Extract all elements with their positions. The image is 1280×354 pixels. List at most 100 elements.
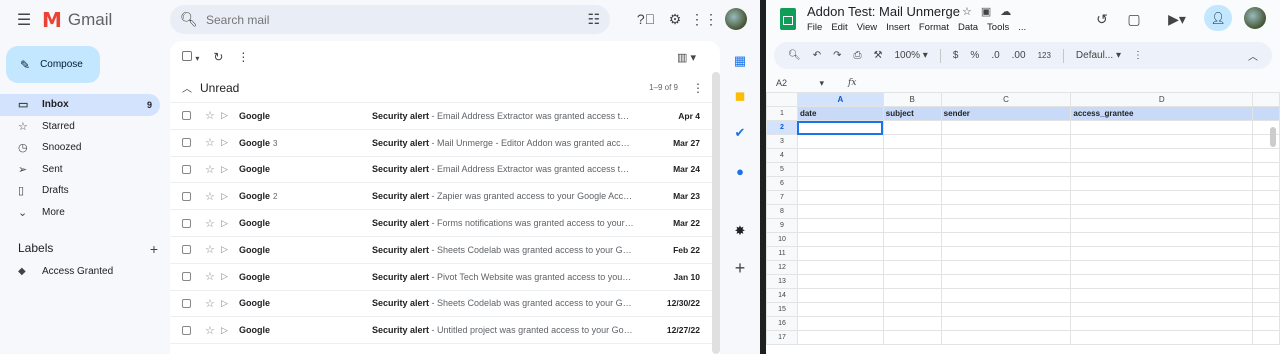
select-all-checkbox[interactable]: ▾ (182, 50, 199, 64)
sheet-cell[interactable] (796, 148, 884, 163)
sheet-cell[interactable] (796, 120, 884, 135)
sheet-cell[interactable] (882, 316, 942, 331)
sheet-cell[interactable] (1070, 260, 1254, 275)
row-number[interactable]: 14 (766, 288, 798, 303)
sheet-cell[interactable] (1252, 288, 1280, 303)
sheet-cell[interactable] (1252, 260, 1280, 275)
menu-item[interactable]: Edit (831, 22, 847, 33)
sheet-cell[interactable] (1252, 330, 1280, 345)
sheet-cell[interactable] (1070, 330, 1254, 345)
sheet-cell[interactable] (940, 148, 1072, 163)
star-icon[interactable]: ☆ (205, 109, 221, 122)
sheet-cell[interactable] (1252, 148, 1280, 163)
sheet-cell[interactable] (940, 162, 1072, 177)
share-icon[interactable]: 👤︎ (1204, 5, 1232, 31)
star-icon[interactable]: ☆ (205, 243, 221, 256)
email-row[interactable]: ☆ ▷ Google Security alert - Pivot Tech Webs… (170, 263, 720, 291)
star-icon[interactable]: ☆ (205, 270, 221, 283)
sheet-cell[interactable] (1070, 302, 1254, 317)
star-icon[interactable]: ☆ (205, 190, 221, 203)
important-marker-icon[interactable]: ▷ (221, 218, 239, 229)
sheet-cell[interactable] (1252, 302, 1280, 317)
sheet-cell[interactable] (796, 176, 884, 191)
sheet-cell[interactable] (882, 246, 942, 261)
sheet-cell[interactable] (1252, 274, 1280, 289)
sheet-cell[interactable] (940, 176, 1072, 191)
sheet-cell[interactable] (1070, 120, 1254, 135)
sheet-cell[interactable] (1070, 218, 1254, 233)
sheet-cell[interactable] (1070, 148, 1254, 163)
sheet-cell[interactable] (940, 260, 1072, 275)
sheet-cell[interactable] (940, 274, 1072, 289)
sheet-cell[interactable] (1252, 162, 1280, 177)
account-avatar[interactable] (725, 8, 747, 30)
calendar-icon[interactable]: ▦ (729, 50, 751, 72)
sheet-cell[interactable] (1070, 232, 1254, 247)
sheet-cell[interactable] (882, 134, 942, 149)
collapse-toolbar-icon[interactable]: ︿ (1248, 48, 1258, 63)
sheet-cell[interactable] (940, 190, 1072, 205)
column-header-blank[interactable] (1252, 92, 1280, 107)
apps-grid-icon[interactable]: ⋮⋮ (690, 9, 718, 29)
email-row[interactable]: ☆ ▷ Google 2 Security alert - Zapier was gra… (170, 183, 720, 211)
split-pane-icon[interactable]: ▥ ▾ (677, 51, 696, 64)
sheet-cell[interactable] (796, 134, 884, 149)
row-checkbox[interactable] (182, 272, 191, 282)
more-vert-icon[interactable]: ⋮ (237, 50, 249, 64)
row-number[interactable]: 11 (766, 246, 798, 261)
sheet-cell[interactable] (940, 246, 1072, 261)
row-number[interactable]: 13 (766, 274, 798, 289)
add-label-icon[interactable]: + (150, 241, 158, 257)
important-marker-icon[interactable]: ▷ (221, 325, 239, 336)
important-marker-icon[interactable]: ▷ (221, 271, 239, 282)
row-number[interactable]: 5 (766, 162, 798, 177)
sheet-cell[interactable] (882, 302, 942, 317)
nav-item-snoozed[interactable]: ◷ Snoozed (0, 137, 160, 159)
menu-item[interactable]: View (857, 22, 877, 33)
more-vert-icon[interactable]: ⋮ (1133, 50, 1143, 61)
settings-gear-icon[interactable]: ⚙ (665, 9, 685, 29)
row-checkbox[interactable] (182, 218, 191, 228)
zoom-select[interactable]: 100% ▾ (894, 50, 927, 61)
column-header[interactable]: A (796, 92, 884, 107)
sheet-cell[interactable] (1070, 316, 1254, 331)
sheet-cell[interactable] (882, 288, 942, 303)
menu-item[interactable]: Insert (886, 22, 910, 33)
email-row[interactable]: ☆ ▷ Google Security alert - Email Address E… (170, 103, 720, 130)
contacts-icon[interactable]: ● (729, 160, 751, 182)
sheet-cell[interactable] (1070, 204, 1254, 219)
search-menus-icon[interactable]: 🔍︎ (788, 50, 801, 61)
sheet-cell[interactable] (882, 176, 942, 191)
sheets-logo-icon[interactable] (780, 8, 796, 30)
tasks-icon[interactable]: ✔ (729, 122, 751, 144)
nav-item-sent[interactable]: ➢ Sent (0, 159, 160, 181)
email-row[interactable]: ☆ ▷ Google Security alert - Forms notificat… (170, 210, 720, 237)
row-number[interactable]: 3 (766, 134, 798, 149)
row-checkbox[interactable] (182, 191, 191, 201)
increase-decimal-button[interactable]: .00 (1012, 50, 1026, 61)
menu-item[interactable]: ... (1018, 22, 1026, 33)
email-row[interactable]: ☆ ▷ Google Security alert - Email Address E… (170, 156, 720, 184)
sheet-table[interactable]: A B C D 1 date subject sender access_grantee 2 3 4 5… (766, 92, 1280, 345)
sheet-cell[interactable] (796, 302, 884, 317)
sheet-cell[interactable] (796, 288, 884, 303)
comment-icon[interactable]: ▢ (1124, 9, 1144, 29)
search-input[interactable] (206, 12, 588, 27)
important-marker-icon[interactable]: ▷ (221, 137, 239, 148)
sheet-cell[interactable] (1070, 176, 1254, 191)
sheet-cell[interactable] (940, 120, 1072, 135)
important-marker-icon[interactable]: ▷ (221, 298, 239, 309)
sheet-cell[interactable] (796, 260, 884, 275)
sheet-cell[interactable] (882, 274, 942, 289)
sheet-cell[interactable] (940, 316, 1072, 331)
formula-input[interactable] (856, 76, 1280, 90)
row-number[interactable]: 1 (766, 106, 798, 121)
spreadsheet-grid[interactable]: A B C D 1 date subject sender access_grantee 2 3 4 5… (766, 92, 1280, 354)
row-checkbox[interactable] (182, 325, 191, 335)
header-cell[interactable]: sender (940, 106, 1072, 121)
row-number[interactable]: 9 (766, 218, 798, 233)
sheet-cell[interactable] (796, 218, 884, 233)
sheet-cell[interactable] (940, 134, 1072, 149)
sheet-cell[interactable] (940, 288, 1072, 303)
cloud-status-icon[interactable]: ☁ (1000, 5, 1011, 18)
